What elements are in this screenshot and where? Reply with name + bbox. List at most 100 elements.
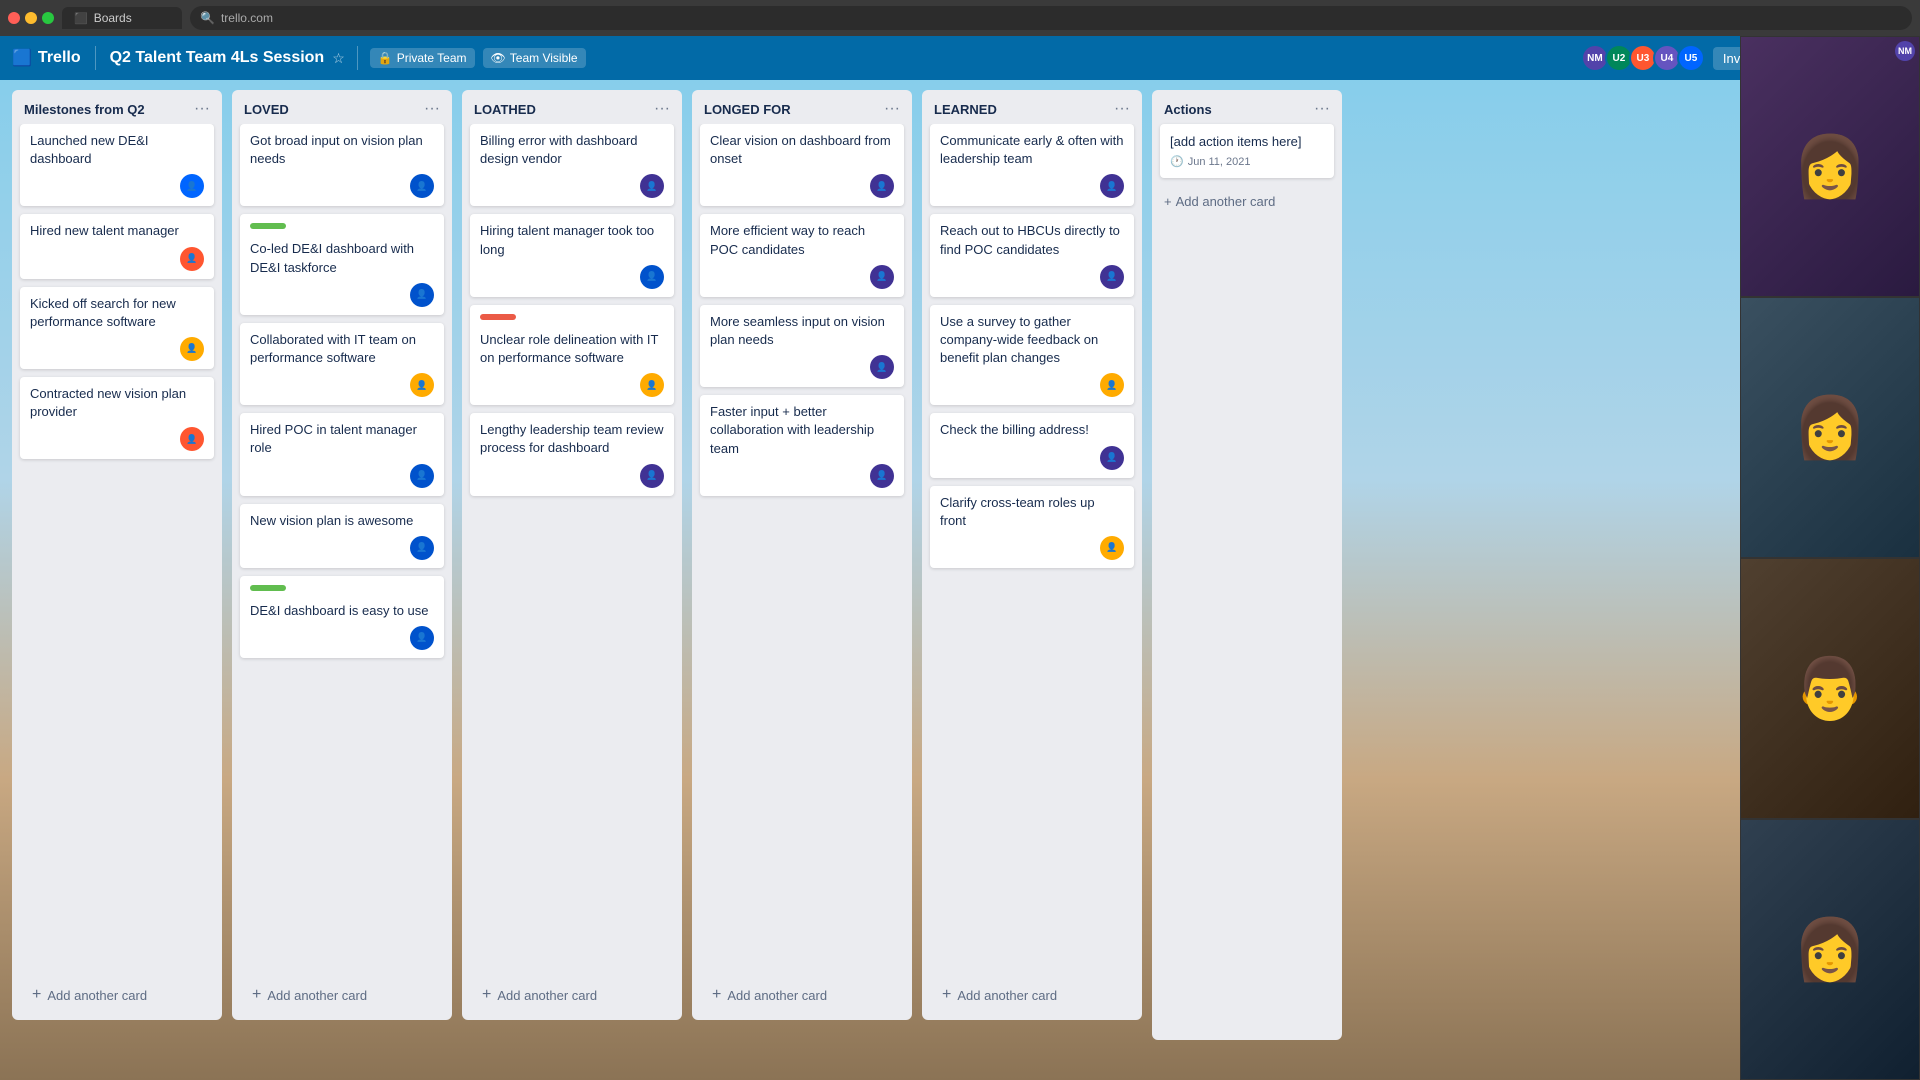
card-footer: 👤 — [250, 464, 434, 488]
card-avatar: 👤 — [1100, 373, 1124, 397]
column-menu-loathed[interactable]: ··· — [654, 100, 670, 118]
add-card-loathed[interactable]: + Add another card — [470, 978, 674, 1012]
card-text: Unclear role delineation with IT on perf… — [480, 331, 664, 367]
card-avatar: 👤 — [870, 355, 894, 379]
minimize-window-button[interactable] — [25, 12, 37, 24]
card-avatar: 👤 — [410, 174, 434, 198]
card-loathed-2[interactable]: Hiring talent manager took too long 👤 — [470, 214, 674, 296]
visibility-badge[interactable]: 👁 Team Visible — [483, 48, 586, 68]
column-title-milestones: Milestones from Q2 — [24, 102, 145, 117]
column-loved: LOVED ··· Got broad input on vision plan… — [232, 90, 452, 1020]
card-footer: 👤 — [250, 626, 434, 650]
add-card-learned[interactable]: + Add another card — [930, 978, 1134, 1012]
card-footer: 👤 — [30, 247, 204, 271]
card-avatar: 👤 — [1100, 174, 1124, 198]
card-footer: 👤 — [480, 265, 664, 289]
card-text: Reach out to HBCUs directly to find POC … — [940, 222, 1124, 258]
add-card-label: Add another card — [47, 988, 147, 1003]
card-avatar: 👤 — [180, 247, 204, 271]
card-footer: 👤 — [30, 174, 204, 198]
card-loved-2[interactable]: Co-led DE&I dashboard with DE&I taskforc… — [240, 214, 444, 314]
close-window-button[interactable] — [8, 12, 20, 24]
card-text: Contracted new vision plan provider — [30, 385, 204, 421]
add-card-longed-for[interactable]: + Add another card — [700, 978, 904, 1012]
plus-icon: + — [32, 986, 41, 1004]
board-title-bar: Q2 Talent Team 4Ls Session ☆ 🔒 Private T… — [110, 46, 1575, 70]
column-title-learned: LEARNED — [934, 102, 997, 117]
card-loved-5[interactable]: New vision plan is awesome 👤 — [240, 504, 444, 568]
card-text: Faster input + better collaboration with… — [710, 403, 894, 458]
card-loathed-4[interactable]: Lengthy leadership team review process f… — [470, 413, 674, 495]
card-longed-2[interactable]: More efficient way to reach POC candidat… — [700, 214, 904, 296]
card-loved-3[interactable]: Collaborated with IT team on performance… — [240, 323, 444, 405]
add-card-loved[interactable]: + Add another card — [240, 978, 444, 1012]
card-footer: 👤 — [480, 373, 664, 397]
card-milestones-4[interactable]: Contracted new vision plan provider 👤 — [20, 377, 214, 459]
add-another-label: Add another card — [1176, 194, 1276, 209]
card-footer: 👤 — [250, 283, 434, 307]
column-cards-learned: Communicate early & often with leadershi… — [922, 124, 1142, 974]
card-loathed-3[interactable]: Unclear role delineation with IT on perf… — [470, 305, 674, 405]
card-milestones-3[interactable]: Kicked off search for new performance so… — [20, 287, 214, 369]
add-card-milestones[interactable]: + Add another card — [20, 978, 214, 1012]
column-title-longed-for: LONGED FOR — [704, 102, 791, 117]
card-badge-green — [250, 223, 286, 229]
card-loved-4[interactable]: Hired POC in talent manager role 👤 — [240, 413, 444, 495]
card-loathed-1[interactable]: Billing error with dashboard design vend… — [470, 124, 674, 206]
card-learned-5[interactable]: Clarify cross-team roles up front 👤 — [930, 486, 1134, 568]
clock-icon: 🕐 — [1170, 155, 1184, 168]
private-team-badge[interactable]: 🔒 Private Team — [370, 48, 475, 68]
card-milestones-1[interactable]: Launched new DE&I dashboard 👤 — [20, 124, 214, 206]
card-loved-1[interactable]: Got broad input on vision plan needs 👤 — [240, 124, 444, 206]
card-text: Hired new talent manager — [30, 222, 204, 240]
card-text: Clear vision on dashboard from onset — [710, 132, 894, 168]
maximize-window-button[interactable] — [42, 12, 54, 24]
column-title-loved: LOVED — [244, 102, 289, 117]
card-longed-4[interactable]: Faster input + better collaboration with… — [700, 395, 904, 496]
visibility-label: Team Visible — [510, 51, 578, 65]
card-footer: 👤 — [940, 446, 1124, 470]
add-another-action[interactable]: + Add another card — [1152, 186, 1342, 217]
board-container: Milestones from Q2 ··· Launched new DE&I… — [0, 80, 1920, 1080]
browser-tab[interactable]: ⬛ Boards — [62, 7, 182, 29]
card-text: Collaborated with IT team on performance… — [250, 331, 434, 367]
card-footer: 👤 — [480, 174, 664, 198]
card-milestones-2[interactable]: Hired new talent manager 👤 — [20, 214, 214, 278]
card-loved-6[interactable]: DE&I dashboard is easy to use 👤 — [240, 576, 444, 658]
action-card[interactable]: [add action items here] 🕐 Jun 11, 2021 — [1160, 124, 1334, 178]
card-avatar: 👤 — [410, 626, 434, 650]
board-title: Q2 Talent Team 4Ls Session — [110, 49, 325, 67]
card-footer: 👤 — [940, 536, 1124, 560]
column-header-milestones: Milestones from Q2 ··· — [12, 90, 222, 124]
video-cell-2: 👩 — [1740, 297, 1920, 558]
card-learned-2[interactable]: Reach out to HBCUs directly to find POC … — [930, 214, 1134, 296]
card-footer: 👤 — [940, 373, 1124, 397]
card-longed-1[interactable]: Clear vision on dashboard from onset 👤 — [700, 124, 904, 206]
column-cards-loathed: Billing error with dashboard design vend… — [462, 124, 682, 974]
card-avatar: 👤 — [410, 536, 434, 560]
column-menu-loved[interactable]: ··· — [424, 100, 440, 118]
column-menu-longed-for[interactable]: ··· — [884, 100, 900, 118]
card-learned-4[interactable]: Check the billing address! 👤 — [930, 413, 1134, 477]
address-text: trello.com — [221, 11, 273, 25]
app-logo: 🟦 Trello — [12, 48, 81, 68]
card-text: Check the billing address! — [940, 421, 1124, 439]
card-longed-3[interactable]: More seamless input on vision plan needs… — [700, 305, 904, 387]
column-cards-milestones: Launched new DE&I dashboard 👤 Hired new … — [12, 124, 222, 974]
address-bar[interactable]: 🔍 trello.com — [190, 6, 1912, 30]
star-icon[interactable]: ☆ — [332, 50, 345, 67]
trello-icon: 🟦 — [12, 48, 32, 68]
card-learned-1[interactable]: Communicate early & often with leadershi… — [930, 124, 1134, 206]
member-avatars: NM U2 U3 U4 U5 — [1585, 44, 1705, 72]
card-text: Co-led DE&I dashboard with DE&I taskforc… — [250, 240, 434, 276]
trello-tab-icon: ⬛ — [74, 12, 88, 25]
person-silhouette-3: 👨 — [1793, 653, 1868, 724]
column-menu-actions[interactable]: ··· — [1314, 100, 1330, 118]
video-panel: 👩 NM 👩 👨 👩 — [1740, 36, 1920, 1080]
card-learned-3[interactable]: Use a survey to gather company-wide feed… — [930, 305, 1134, 406]
column-menu-learned[interactable]: ··· — [1114, 100, 1130, 118]
video-cell-1: 👩 NM — [1740, 36, 1920, 297]
column-menu-milestones[interactable]: ··· — [194, 100, 210, 118]
card-text: More seamless input on vision plan needs — [710, 313, 894, 349]
card-text: Launched new DE&I dashboard — [30, 132, 204, 168]
